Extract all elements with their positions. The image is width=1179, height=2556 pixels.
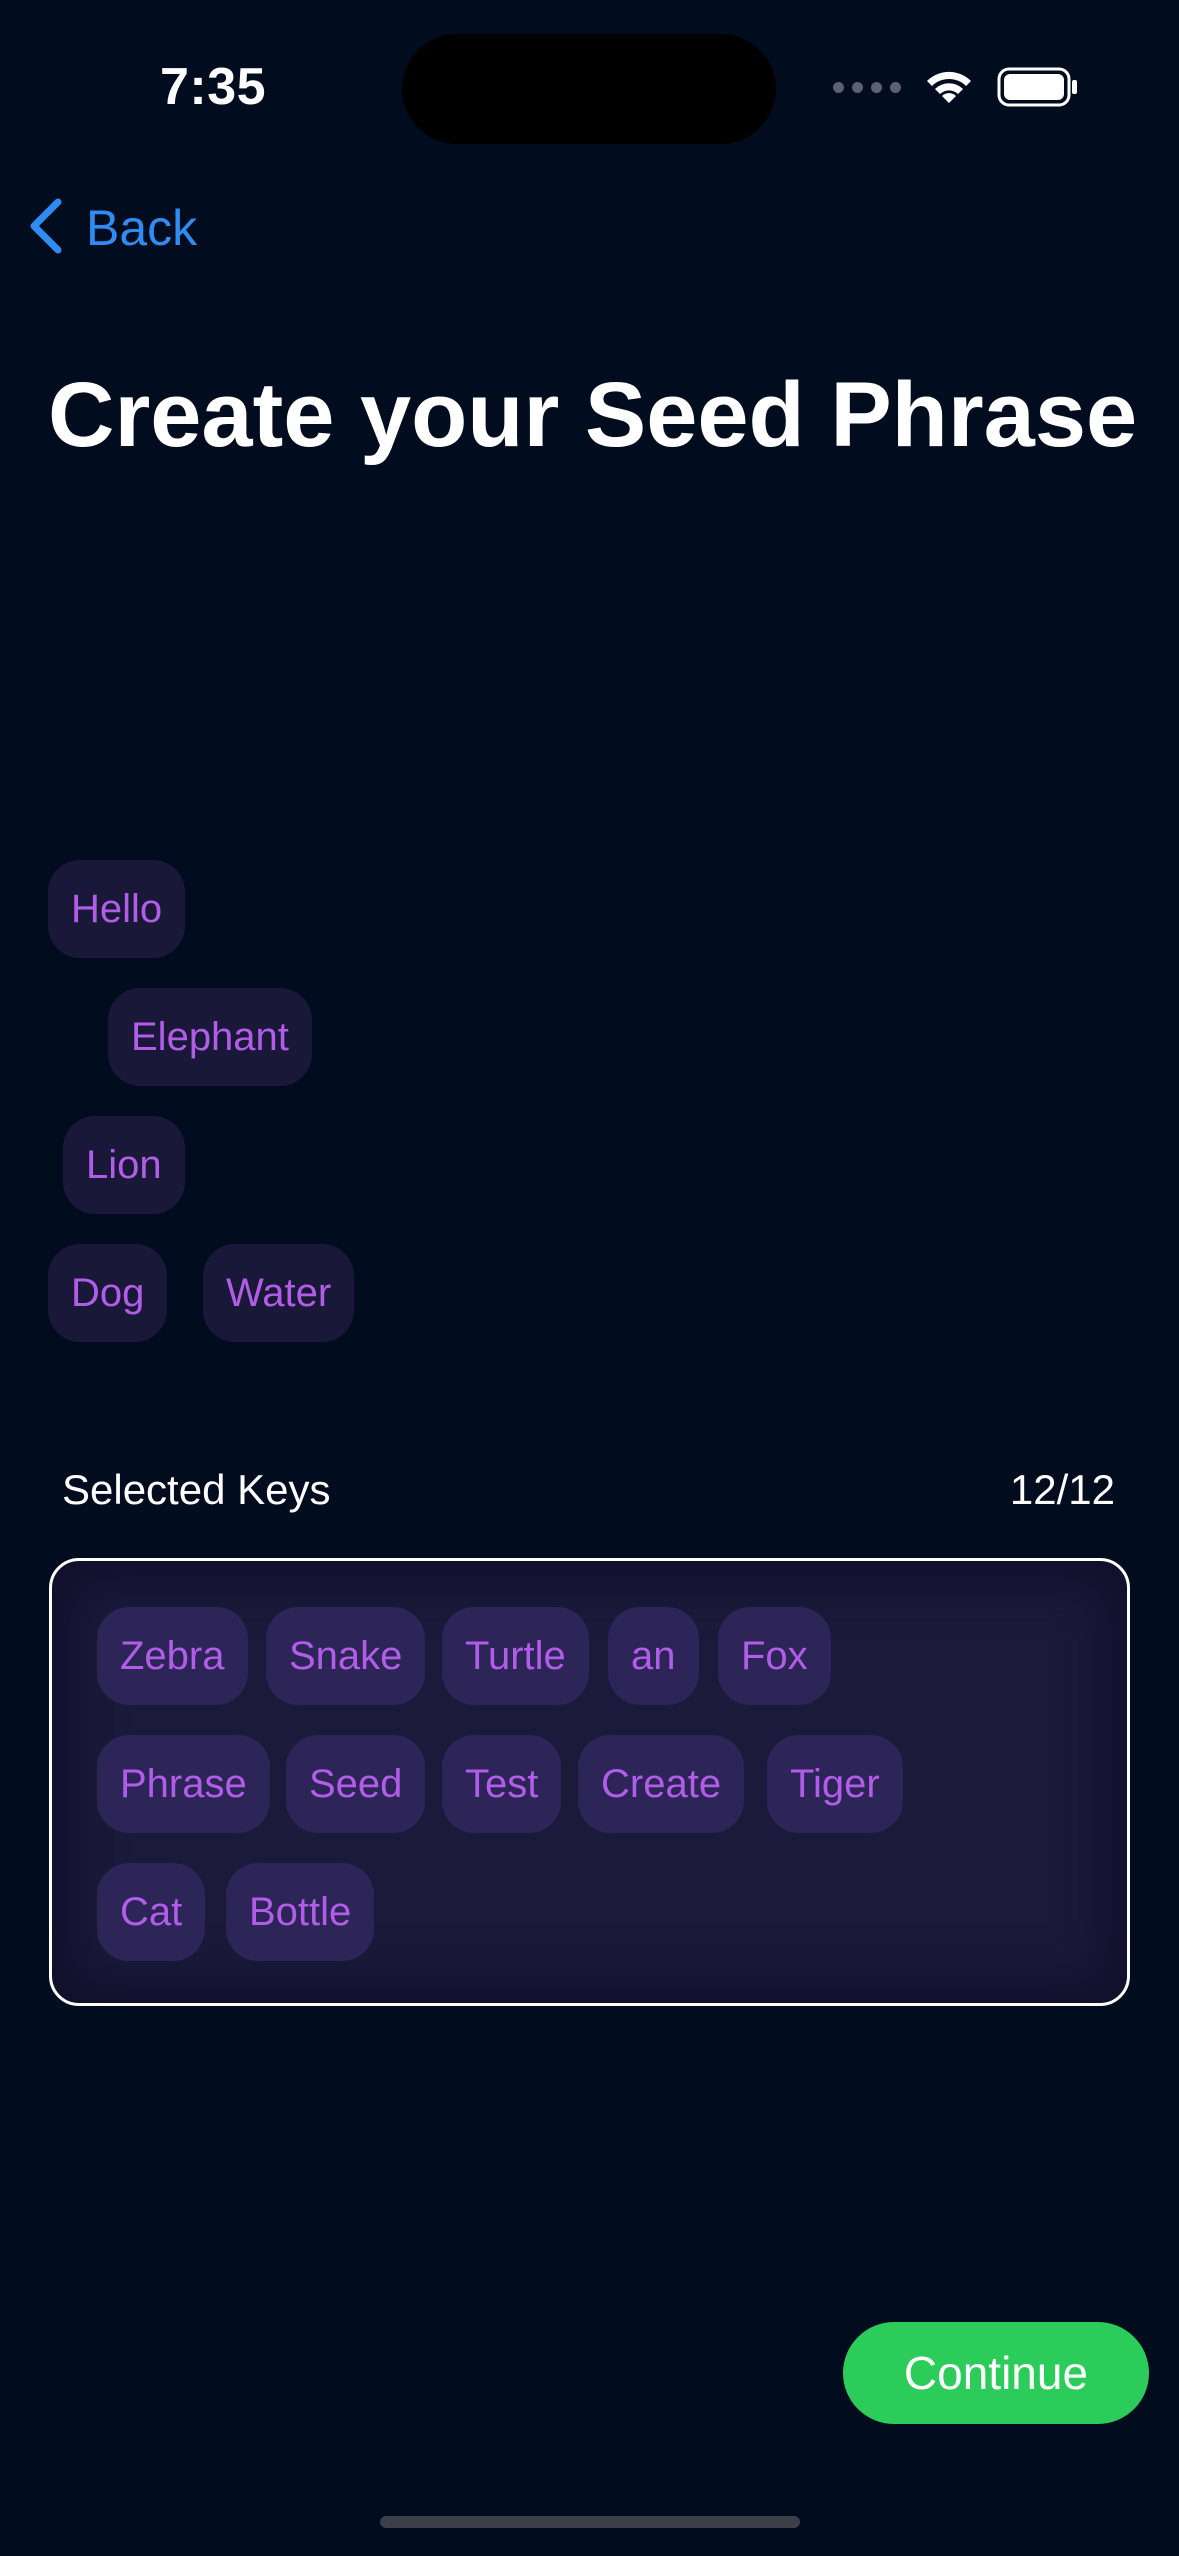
home-indicator[interactable] — [380, 2516, 800, 2528]
wifi-icon — [923, 67, 975, 107]
word-chip-hello[interactable]: Hello — [48, 860, 186, 958]
selected-keys-box: Zebra Snake Turtle an Fox Phrase Seed Te… — [49, 1558, 1130, 2006]
status-time: 7:35 — [160, 58, 267, 116]
selected-chip-fox[interactable]: Fox — [718, 1607, 831, 1705]
selected-chip-create[interactable]: Create — [578, 1735, 745, 1833]
word-chip-elephant[interactable]: Elephant — [108, 988, 312, 1086]
selected-chip-snake[interactable]: Snake — [266, 1607, 426, 1705]
selected-keys-label: Selected Keys — [62, 1466, 331, 1513]
selected-chip-tiger[interactable]: Tiger — [767, 1735, 903, 1833]
word-chip-water[interactable]: Water — [203, 1244, 355, 1342]
page-title: Create your Seed Phrase — [48, 364, 1138, 466]
continue-button[interactable]: Continue — [843, 2322, 1149, 2424]
selected-chip-test[interactable]: Test — [442, 1735, 562, 1833]
chevron-left-icon — [26, 197, 66, 260]
battery-icon — [997, 67, 1079, 107]
word-chip-lion[interactable]: Lion — [63, 1116, 185, 1214]
selected-chip-an[interactable]: an — [608, 1607, 699, 1705]
dynamic-island — [402, 34, 776, 144]
status-icons — [833, 62, 1079, 112]
selected-chip-seed[interactable]: Seed — [286, 1735, 426, 1833]
selected-chip-turtle[interactable]: Turtle — [442, 1607, 589, 1705]
selected-chip-bottle[interactable]: Bottle — [226, 1863, 375, 1961]
selected-chip-cat[interactable]: Cat — [97, 1863, 206, 1961]
word-chip-dog[interactable]: Dog — [48, 1244, 168, 1342]
back-button[interactable]: Back — [26, 190, 197, 266]
selected-keys-count: 12/12 — [1009, 1466, 1115, 1513]
signal-icon — [833, 81, 901, 93]
selected-chip-phrase[interactable]: Phrase — [97, 1735, 270, 1833]
selected-chip-zebra[interactable]: Zebra — [97, 1607, 248, 1705]
back-label: Back — [86, 200, 198, 256]
